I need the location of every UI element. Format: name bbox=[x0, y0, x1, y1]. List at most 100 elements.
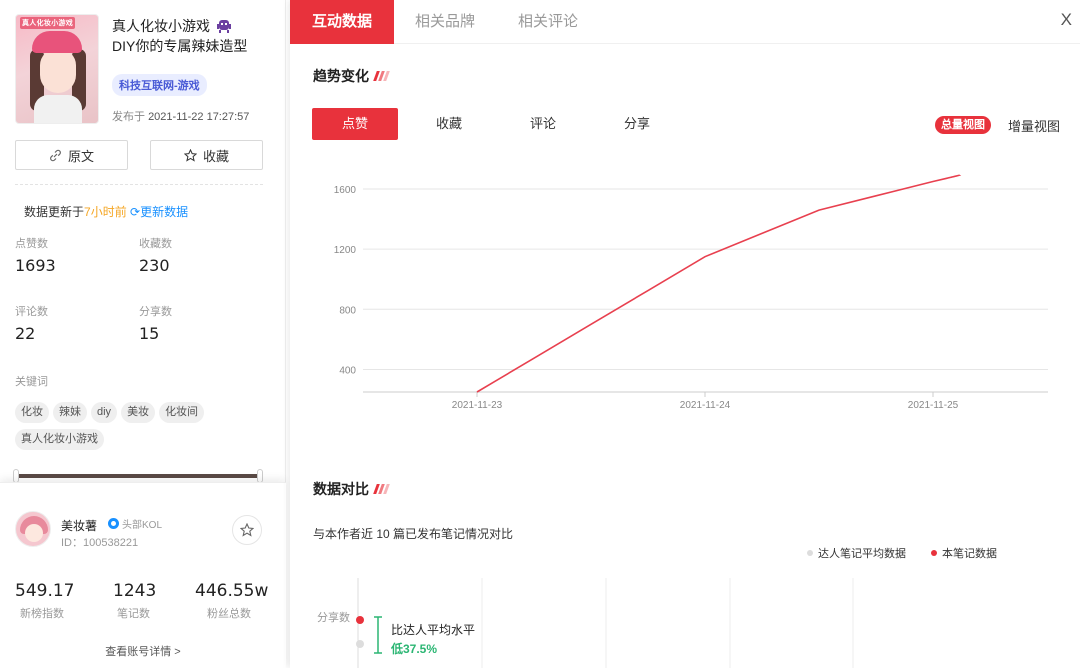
category-tag[interactable]: 科技互联网-游戏 bbox=[112, 74, 207, 96]
y-tick-label: 800 bbox=[339, 305, 356, 316]
cover-hat bbox=[32, 31, 82, 53]
author-card: 美妆薯 头部KOL ID：100538221 549.17 新榜指数 1243 … bbox=[0, 482, 286, 668]
y-tick-label: 1200 bbox=[334, 245, 357, 256]
subtab-collects[interactable]: 收藏 bbox=[406, 108, 492, 140]
compare-diff-value: 低37.5% bbox=[391, 642, 438, 656]
scroll-handle-right[interactable] bbox=[257, 469, 263, 483]
tab-related-comments[interactable]: 相关评论 bbox=[518, 0, 578, 44]
shares-label: 分享数 bbox=[139, 306, 172, 318]
comments-value: 22 bbox=[15, 324, 36, 343]
note-cover-image[interactable]: 真人化妆小游戏 bbox=[15, 14, 99, 124]
star-icon bbox=[240, 523, 254, 537]
tab-bar: 互动数据 相关品牌 相关评论 X bbox=[290, 0, 1080, 44]
trend-line-chart: 400 800 1200 1600 2021-11-23 2021-11-24 2021-1… bbox=[334, 174, 1048, 411]
cover-caption: 真人化妆小游戏 bbox=[20, 17, 76, 29]
trend-section-title: 趋势变化 bbox=[313, 66, 390, 86]
notes-count-label: 笔记数 bbox=[117, 608, 150, 620]
favorite-label: 收藏 bbox=[202, 148, 229, 164]
index-label: 新榜指数 bbox=[20, 608, 64, 620]
comments-label: 评论数 bbox=[15, 306, 48, 318]
note-title: 真人化妆小游戏 DIY你的专属辣妹造型 bbox=[112, 16, 277, 56]
likes-series-line bbox=[476, 174, 961, 393]
keyword-tag[interactable]: 化妆间 bbox=[159, 402, 205, 423]
keywords-label: 关键词 bbox=[15, 376, 48, 388]
compare-title-text: 数据对比 bbox=[313, 481, 369, 497]
view-source-button[interactable]: 原文 bbox=[15, 140, 128, 170]
likes-value: 1693 bbox=[15, 256, 56, 275]
legend-this-label: 本笔记数据 bbox=[942, 548, 997, 560]
close-icon[interactable]: X bbox=[1061, 10, 1072, 30]
collects-label: 收藏数 bbox=[139, 238, 172, 250]
author-id: ID：100538221 bbox=[61, 537, 139, 549]
legend-red-dot bbox=[931, 550, 937, 556]
x-tick-label: 2021-11-25 bbox=[908, 400, 959, 411]
refresh-data-link[interactable]: ⟳更新数据 bbox=[130, 205, 188, 219]
x-tick-label: 2021-11-24 bbox=[680, 400, 731, 411]
legend-gray-dot bbox=[807, 550, 813, 556]
interaction-panel: 互动数据 相关品牌 相关评论 X 趋势变化 点赞 收藏 评论 分享 总量视图 增… bbox=[290, 0, 1080, 668]
note-title-line2: DIY你的专属辣妹造型 bbox=[112, 38, 248, 54]
app-root: 真人化妆小游戏 真人化妆小游戏 DIY你的专属辣妹造型 科技互联网-游戏 发布于 bbox=[0, 0, 1080, 668]
subtab-likes[interactable]: 点赞 bbox=[312, 108, 398, 140]
legend-this-note: 本笔记数据 bbox=[931, 545, 997, 561]
increment-view-toggle[interactable]: 增量视图 bbox=[1008, 116, 1060, 135]
y-tick-label: 1600 bbox=[334, 185, 357, 196]
legend-author-average: 达人笔记平均数据 bbox=[807, 545, 906, 561]
account-detail-link[interactable]: 查看账号详情 > bbox=[0, 643, 286, 659]
tab-interaction-data[interactable]: 互动数据 bbox=[290, 0, 395, 44]
alien-monster-icon bbox=[216, 20, 231, 33]
star-icon bbox=[183, 148, 197, 162]
shares-value: 15 bbox=[139, 324, 160, 343]
publish-label: 发布于 bbox=[112, 111, 145, 123]
collects-value: 230 bbox=[139, 256, 170, 275]
compare-note: 比达人平均水平 bbox=[391, 623, 476, 637]
note-title-line1: 真人化妆小游戏 bbox=[112, 18, 210, 34]
compare-row-label: 分享数 bbox=[317, 612, 350, 624]
subtab-comments[interactable]: 评论 bbox=[500, 108, 586, 140]
update-ago: 7小时前 bbox=[84, 205, 127, 219]
update-prefix: 数据更新于 bbox=[24, 205, 85, 219]
subtab-shares[interactable]: 分享 bbox=[594, 108, 680, 140]
kol-label: 头部KOL bbox=[122, 520, 163, 531]
compare-description: 与本作者近 10 篇已发布笔记情况对比 bbox=[313, 527, 514, 541]
kol-badge: 头部KOL bbox=[108, 516, 162, 531]
divider bbox=[15, 184, 263, 185]
note-detail-sidebar: 真人化妆小游戏 真人化妆小游戏 DIY你的专属辣妹造型 科技互联网-游戏 发布于 bbox=[0, 0, 286, 668]
author-name[interactable]: 美妆薯 bbox=[61, 517, 97, 534]
tab-related-brands[interactable]: 相关品牌 bbox=[415, 0, 475, 44]
y-tick-label: 400 bbox=[339, 365, 356, 376]
cover-body bbox=[34, 95, 82, 123]
follow-star-button[interactable] bbox=[232, 515, 262, 545]
link-icon bbox=[50, 149, 61, 161]
x-tick-label: 2021-11-23 bbox=[452, 400, 503, 411]
avatar[interactable] bbox=[15, 511, 51, 547]
keyword-tag[interactable]: 辣妹 bbox=[53, 402, 87, 423]
keyword-tag[interactable]: 真人化妆小游戏 bbox=[15, 429, 104, 450]
notes-count-value: 1243 bbox=[113, 581, 157, 601]
cover-face bbox=[40, 49, 76, 93]
keyword-list: 化妆 辣妹 diy 美妆 化妆间 真人化妆小游戏 bbox=[15, 402, 265, 450]
average-marker bbox=[356, 640, 364, 648]
trend-title-text: 趋势变化 bbox=[313, 68, 369, 84]
publish-info: 发布于 2021-11-22 17:27:57 bbox=[112, 108, 249, 124]
keyword-tag[interactable]: 美妆 bbox=[121, 402, 156, 423]
scroll-handle-left[interactable] bbox=[13, 469, 19, 483]
data-update-info: 数据更新于7小时前 ⟳更新数据 bbox=[24, 203, 188, 220]
kol-icon bbox=[108, 518, 119, 529]
followers-label: 粉丝总数 bbox=[207, 608, 251, 620]
cover-scroll-track[interactable] bbox=[15, 474, 261, 478]
refresh-icon: ⟳ bbox=[130, 205, 141, 219]
publish-time: 2021-11-22 17:27:57 bbox=[148, 111, 250, 123]
view-source-label: 原文 bbox=[67, 148, 94, 164]
favorite-button[interactable]: 收藏 bbox=[150, 140, 263, 170]
compare-section-title: 数据对比 bbox=[313, 479, 390, 499]
followers-value: 446.55w bbox=[195, 581, 269, 601]
refresh-label: 更新数据 bbox=[140, 205, 189, 219]
this-note-marker bbox=[356, 616, 364, 624]
likes-label: 点赞数 bbox=[15, 238, 48, 250]
total-view-toggle[interactable]: 总量视图 bbox=[935, 116, 991, 134]
avatar-face bbox=[25, 524, 43, 542]
keyword-tag[interactable]: diy bbox=[91, 402, 118, 423]
keyword-tag[interactable]: 化妆 bbox=[15, 402, 49, 423]
index-value: 549.17 bbox=[15, 581, 75, 601]
